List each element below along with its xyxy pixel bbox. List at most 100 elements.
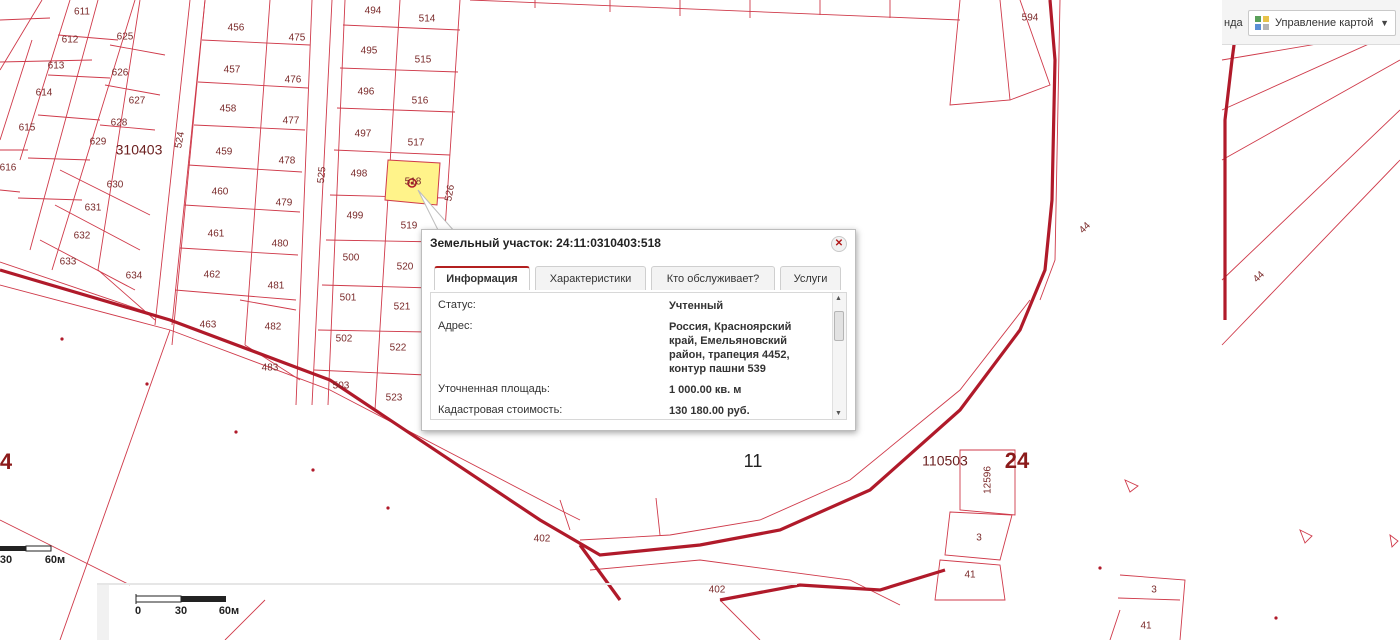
svg-text:477: 477 [283, 116, 300, 127]
district-number-4: 4 [0, 449, 13, 474]
info-panel: Статус: Учтенный Адрес: Россия, Краснояр… [430, 292, 847, 420]
svg-text:634: 634 [126, 271, 143, 282]
chevron-down-icon: ▼ [1380, 18, 1389, 28]
svg-text:497: 497 [355, 129, 372, 140]
cadastral-value: 130 180.00 руб. [669, 405, 750, 417]
svg-text:41: 41 [964, 570, 976, 581]
map-control-label: Управление картой [1275, 17, 1374, 29]
road-label-402: 402 [534, 534, 551, 545]
svg-text:632: 632 [74, 231, 91, 242]
svg-text:60м: 60м [45, 554, 65, 566]
district-number-24: 24 [1005, 448, 1030, 473]
tab-services[interactable]: Услуги [780, 266, 841, 290]
svg-text:3: 3 [976, 533, 982, 544]
tab-characteristics[interactable]: Характеристики [535, 266, 646, 290]
svg-text:517: 517 [408, 138, 425, 149]
quarter-label-11: 11 [744, 451, 763, 471]
svg-text:498: 498 [351, 169, 368, 180]
svg-text:612: 612 [62, 35, 79, 46]
svg-text:524: 524 [173, 130, 187, 149]
svg-text:523: 523 [386, 393, 403, 404]
svg-text:12596: 12596 [983, 466, 994, 494]
svg-text:500: 500 [343, 253, 360, 264]
svg-text:480: 480 [272, 239, 289, 250]
parcel-info-popup: Земельный участок: 24:11:0310403:518 ✕ И… [421, 229, 856, 431]
svg-text:482: 482 [265, 322, 282, 333]
svg-text:459: 459 [216, 147, 233, 158]
legend-button-label[interactable]: нда [1224, 17, 1243, 29]
popup-title: Земельный участок: 24:11:0310403:518 [430, 236, 661, 250]
svg-text:462: 462 [204, 270, 221, 281]
svg-text:478: 478 [279, 156, 296, 167]
area-value: 1 000.00 кв. м [669, 384, 742, 396]
svg-text:501: 501 [340, 293, 357, 304]
svg-text:611: 611 [74, 7, 90, 18]
svg-text:461: 461 [208, 229, 225, 240]
svg-text:613: 613 [48, 61, 65, 72]
svg-text:522: 522 [390, 343, 407, 354]
scale-label-60: 60м [219, 605, 239, 617]
svg-text:496: 496 [358, 87, 375, 98]
scale-bar: 0 30 60м [135, 594, 239, 617]
svg-text:633: 633 [60, 257, 77, 268]
panel-scrollbar[interactable]: ▲ ▼ [832, 293, 846, 419]
svg-text:475: 475 [289, 33, 306, 44]
scroll-up-icon[interactable]: ▲ [835, 295, 842, 302]
svg-text:631: 631 [85, 203, 102, 214]
svg-text:515: 515 [415, 55, 432, 66]
svg-text:456: 456 [228, 23, 245, 34]
tab-service-providers[interactable]: Кто обслуживает? [651, 266, 775, 290]
svg-text:514: 514 [419, 14, 436, 25]
scale-bar-left: 30 60м [0, 545, 65, 566]
scale-label-30: 30 [175, 605, 187, 617]
svg-text:479: 479 [276, 198, 293, 209]
svg-text:458: 458 [220, 104, 237, 115]
svg-text:525: 525 [316, 166, 329, 184]
map-layers-icon [1255, 16, 1269, 30]
close-icon[interactable]: ✕ [831, 236, 847, 252]
svg-text:629: 629 [90, 137, 107, 148]
road-label-44-right: 44 [1251, 269, 1267, 285]
svg-text:495: 495 [361, 46, 378, 57]
svg-text:614: 614 [36, 88, 53, 99]
panel-edge [97, 585, 109, 640]
svg-text:626: 626 [112, 68, 129, 79]
svg-text:483: 483 [262, 363, 279, 374]
svg-text:521: 521 [394, 302, 411, 313]
svg-text:30: 30 [0, 554, 12, 566]
svg-text:594: 594 [1022, 13, 1039, 24]
selected-parcel-label: 518 [405, 177, 422, 188]
svg-text:499: 499 [347, 211, 364, 222]
address-label: Адрес: [438, 320, 473, 332]
svg-text:476: 476 [285, 75, 302, 86]
road-label-44: 44 [1077, 220, 1093, 236]
svg-text:460: 460 [212, 187, 229, 198]
svg-text:516: 516 [412, 96, 429, 107]
scroll-down-icon[interactable]: ▼ [835, 410, 842, 417]
svg-text:628: 628 [111, 118, 128, 129]
road-label-402-lower: 402 [709, 585, 726, 596]
svg-text:457: 457 [224, 65, 241, 76]
svg-text:519: 519 [401, 221, 418, 232]
quarter-label-110503: 110503 [922, 453, 968, 469]
scroll-thumb[interactable] [834, 311, 844, 341]
svg-text:526: 526 [443, 183, 457, 202]
svg-text:494: 494 [365, 6, 382, 17]
status-value: Учтенный [669, 300, 724, 312]
svg-text:627: 627 [129, 96, 146, 107]
svg-text:463: 463 [200, 320, 217, 331]
svg-text:502: 502 [336, 334, 353, 345]
svg-text:630: 630 [107, 180, 124, 191]
scale-label-0: 0 [135, 605, 141, 617]
tab-information[interactable]: Информация [434, 266, 530, 290]
area-label: Уточненная площадь: [438, 383, 550, 395]
map-control-dropdown[interactable]: Управление картой ▼ [1248, 10, 1396, 36]
address-value: Россия, Красноярский край, Емельяновский… [669, 321, 792, 375]
svg-text:481: 481 [268, 281, 285, 292]
svg-text:520: 520 [397, 262, 414, 273]
svg-text:503: 503 [333, 381, 350, 392]
status-label: Статус: [438, 299, 476, 311]
popup-tabs: Информация Характеристики Кто обслуживае… [434, 266, 846, 290]
panel-edge-top [97, 583, 797, 585]
svg-text:3: 3 [1151, 585, 1157, 596]
